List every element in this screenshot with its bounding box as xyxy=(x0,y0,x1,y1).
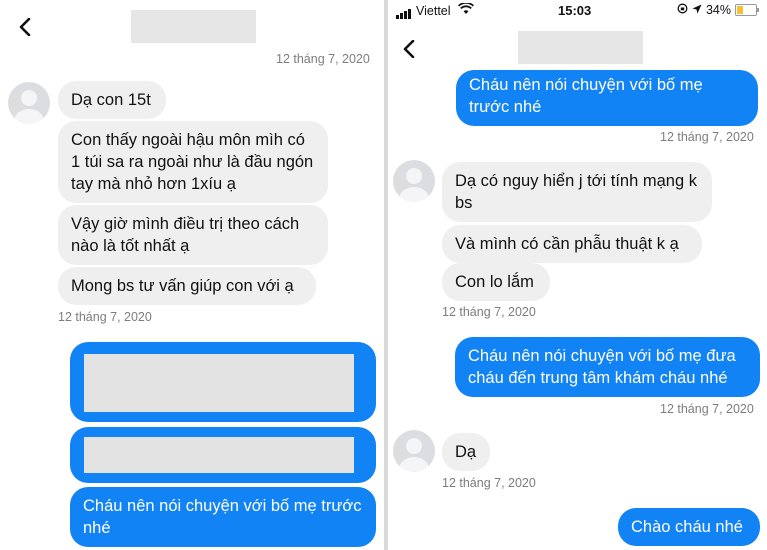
incoming-message: Và mình có cần phẫu thuật k ạ xyxy=(442,225,702,263)
incoming-message: Con thấy ngoài hậu môn mìh có 1 túi sa r… xyxy=(58,121,328,203)
incoming-message: Con lo lắm xyxy=(442,263,550,301)
contact-name-redacted xyxy=(518,31,643,64)
incoming-message: Mong bs tư vấn giúp con với ạ xyxy=(58,267,316,305)
signal-icon xyxy=(396,5,412,19)
outgoing-message: Cháu nên nói chuyện với bố mẹ đưa cháu đ… xyxy=(455,337,760,397)
back-arrow-icon[interactable] xyxy=(402,40,416,58)
avatar-icon xyxy=(8,82,50,124)
back-arrow-icon[interactable] xyxy=(18,18,32,36)
timestamp: 12 tháng 7, 2020 xyxy=(660,130,754,144)
lock-rotation-icon xyxy=(677,3,688,17)
clock: 15:03 xyxy=(558,3,592,18)
outgoing-message-redacted xyxy=(70,427,376,483)
timestamp: 12 tháng 7, 2020 xyxy=(660,402,754,416)
incoming-message: Dạ xyxy=(442,433,490,471)
status-bar: Viettel 15:03 34% xyxy=(388,0,767,22)
outgoing-message: Chào cháu nhé xyxy=(618,508,760,546)
timestamp: 12 tháng 7, 2020 xyxy=(442,305,536,319)
wifi-icon xyxy=(457,2,475,18)
timestamp: 12 tháng 7, 2020 xyxy=(276,52,370,66)
timestamp: 12 tháng 7, 2020 xyxy=(442,476,536,490)
avatar-icon xyxy=(393,160,435,202)
battery-percent: 34% xyxy=(705,3,731,17)
right-chat-screen: Viettel 15:03 34% Cháu nên nói chuyện vớ… xyxy=(388,0,767,550)
outgoing-message: Cháu nên nói chuyện với bố mẹ trước nhé xyxy=(456,70,758,126)
timestamp: 12 tháng 7, 2020 xyxy=(58,310,152,324)
avatar-icon xyxy=(393,430,435,472)
outgoing-message-redacted xyxy=(70,342,376,422)
incoming-message: Dạ con 15t xyxy=(58,81,166,119)
contact-name-redacted xyxy=(131,10,256,43)
incoming-message: Vậy giờ mình điều trị theo cách nào là t… xyxy=(58,205,328,265)
battery-icon xyxy=(735,4,759,16)
location-icon xyxy=(692,3,702,17)
incoming-message: Dạ có nguy hiển j tới tính mạng k bs xyxy=(442,162,712,222)
outgoing-message: Cháu nên nói chuyện với bố mẹ trước nhé xyxy=(70,487,376,547)
left-chat-screen: 12 tháng 7, 2020 Dạ con 15t Con thấy ngo… xyxy=(0,0,384,550)
carrier-label: Viettel xyxy=(416,4,451,18)
